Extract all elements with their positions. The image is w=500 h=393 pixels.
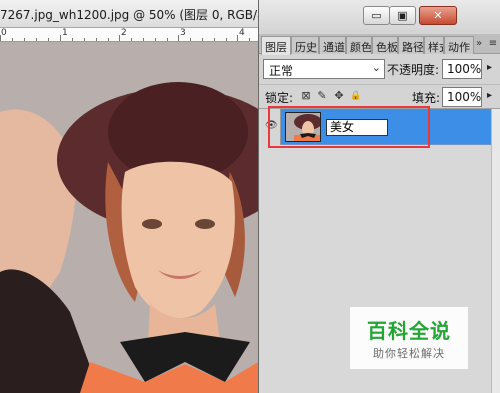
tab-channels[interactable]: 通道 [319, 36, 346, 54]
horizontal-ruler[interactable]: 0 1 2 3 4 [0, 28, 258, 42]
ruler-tick [119, 35, 120, 41]
watermark-title: 百科全说 [367, 319, 451, 343]
ruler-label: 2 [121, 28, 127, 38]
restore-icon: ▣ [397, 9, 408, 22]
layer-visibility-toggle[interactable]: 👁 [259, 109, 281, 145]
blend-opacity-row: 正常 ⌄ 不透明度: 100% ▸ [259, 56, 500, 82]
ruler-tick [0, 35, 1, 41]
close-button[interactable]: ✕ [419, 6, 457, 25]
ruler-label: 1 [62, 28, 68, 38]
eye-icon: 👁 [265, 120, 278, 131]
minimize-button[interactable]: ▭ [363, 6, 390, 25]
tab-paths[interactable]: 路径 [398, 36, 424, 54]
panel-tab-strip: 图层 历史 通道 颜色 色板 路径 样式 动作 » ≡ [259, 34, 500, 55]
lock-fill-row: 锁定: ⊠ ✎ ✥ 🔒 填充: 100% ▸ [259, 84, 500, 108]
minimize-icon: ▭ [371, 9, 382, 22]
ruler-label: 4 [239, 28, 245, 38]
fill-label: 填充: [412, 91, 441, 105]
layer-thumbnail[interactable] [285, 112, 321, 142]
lock-brush-icon[interactable]: ✎ [316, 90, 328, 102]
photo-woman-in-hat [0, 42, 258, 393]
ruler-tick [60, 35, 61, 41]
photoshop-window: 7267.jpg_wh1200.jpg @ 50% (图层 0, RGB/8#)… [0, 0, 500, 393]
thumbnail-image [286, 113, 320, 141]
watermark-subtitle: 助你轻松解决 [373, 347, 445, 360]
ruler-label: 0 [1, 28, 7, 38]
tab-overflow-icon[interactable]: » [473, 38, 485, 50]
lock-all-icon[interactable]: 🔒 [350, 90, 362, 102]
opacity-label: 不透明度: [387, 63, 440, 77]
ruler-tick [178, 35, 179, 41]
document-title: 7267.jpg_wh1200.jpg @ 50% (图层 0, RGB/8#) [0, 8, 280, 22]
lock-label: 锁定: [265, 91, 294, 105]
opacity-input[interactable]: 100% [442, 59, 482, 79]
document-canvas[interactable] [0, 42, 258, 393]
layer-name-input[interactable]: 美女 [326, 119, 388, 136]
fill-input[interactable]: 100% [442, 87, 482, 107]
blend-mode-value: 正常 [269, 64, 294, 78]
close-icon: ✕ [433, 9, 443, 22]
chevron-down-icon: ⌄ [371, 61, 381, 74]
blend-mode-select[interactable]: 正常 ⌄ [263, 59, 385, 79]
restore-button[interactable]: ▣ [389, 6, 416, 25]
fill-arrow-icon[interactable]: ▸ [487, 90, 492, 101]
tab-swatches[interactable]: 色板 [372, 36, 398, 54]
ruler-tick [237, 35, 238, 41]
ruler-label: 3 [180, 28, 186, 38]
tab-color[interactable]: 颜色 [346, 36, 372, 54]
panel-menu-icon[interactable]: ≡ [487, 38, 499, 50]
layer-row[interactable]: 👁 美女 [259, 109, 500, 145]
lock-move-icon[interactable]: ✥ [333, 90, 345, 102]
tab-styles[interactable]: 样式 [424, 36, 444, 54]
layers-scrollbar[interactable] [491, 109, 500, 393]
tab-layers[interactable]: 图层 [261, 36, 291, 55]
tab-history[interactable]: 历史 [291, 36, 319, 54]
document-titlebar[interactable]: 7267.jpg_wh1200.jpg @ 50% (图层 0, RGB/8#) [0, 0, 279, 28]
tab-actions[interactable]: 动作 [444, 36, 474, 54]
watermark-logo: 百科全说 助你轻松解决 [350, 307, 468, 369]
window-controls-bar: ▭ ▣ ✕ [259, 0, 500, 30]
lock-transparent-icon[interactable]: ⊠ [300, 90, 312, 102]
opacity-arrow-icon[interactable]: ▸ [487, 62, 492, 73]
